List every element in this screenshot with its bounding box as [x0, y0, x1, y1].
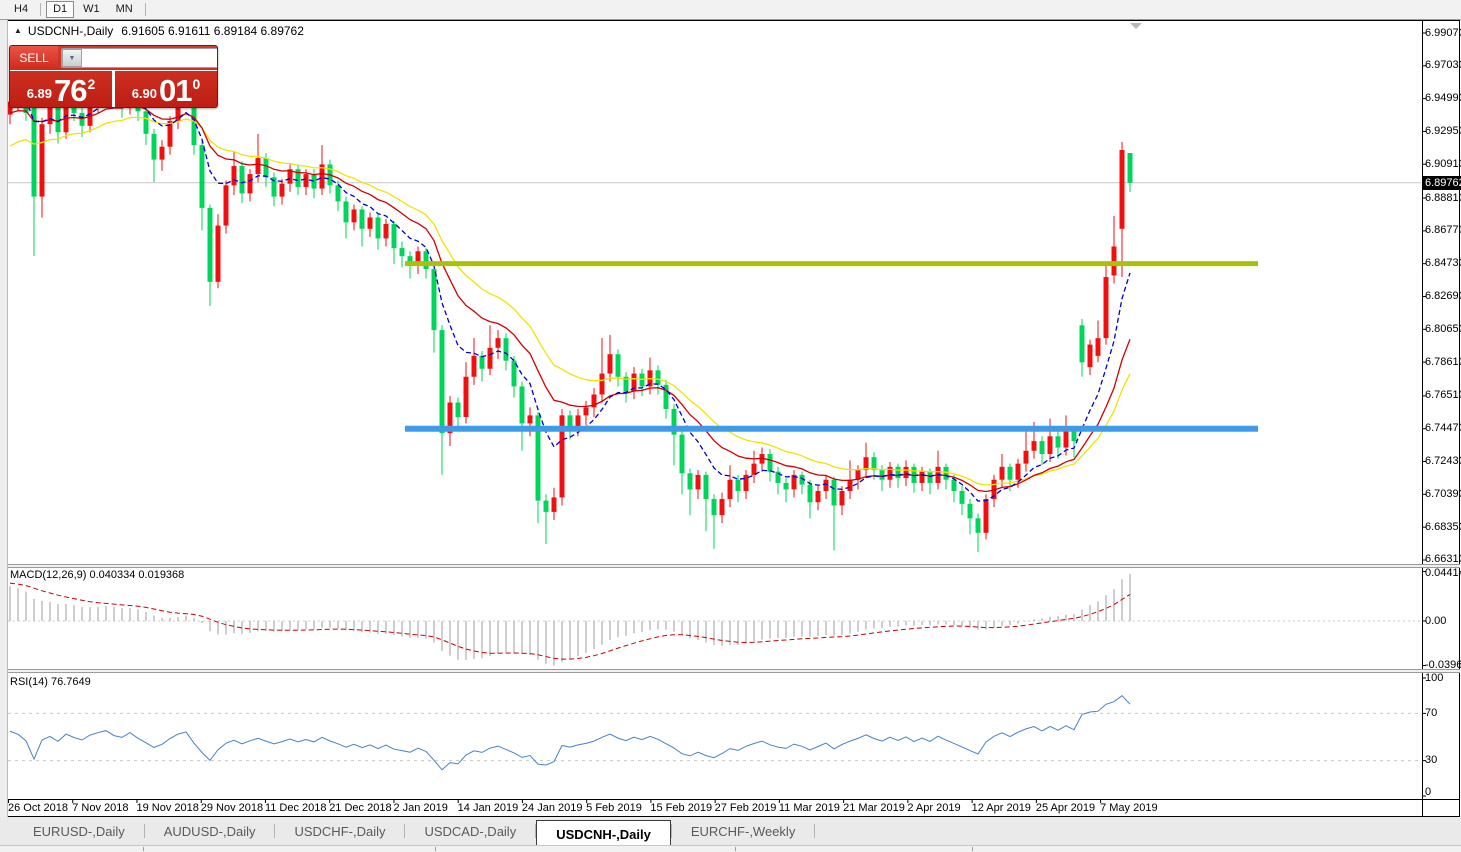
volume-stepper: ▼ ▲ — [61, 48, 218, 68]
chart-shift-marker-icon[interactable] — [1130, 23, 1142, 29]
macd-panel-splitter[interactable] — [8, 564, 1460, 568]
chart-tab-eurchf[interactable]: EURCHF-,Weekly — [672, 817, 815, 845]
rsi-panel-splitter[interactable] — [8, 669, 1460, 673]
sell-price-big: 76 — [54, 76, 86, 105]
date-axis-label: 19 Nov 2018 — [136, 802, 198, 814]
main-price-chart — [8, 23, 1422, 552]
chart-title: ▲ USDCNH-,Daily 6.91605 6.91611 6.89184 6.… — [14, 24, 304, 38]
timeframe-button-h4[interactable]: H4 — [7, 1, 35, 18]
mt4-terminal: { "toolbar": { "timeframes": [ {"label":… — [0, 0, 1461, 851]
chart-tab-usdcnh[interactable]: USDCNH-,Daily — [536, 820, 671, 845]
price-axis-label: 6.92950 — [1425, 126, 1461, 137]
sell-price[interactable]: 6.89 76 2 — [10, 71, 112, 107]
date-axis-label: 2 Jan 2019 — [393, 802, 447, 814]
rsi-line — [10, 696, 1130, 770]
date-axis-label: 29 Nov 2018 — [201, 802, 263, 814]
date-axis-label: 21 Dec 2018 — [329, 802, 391, 814]
chart-tab-usdchf[interactable]: USDCHF-,Daily — [275, 817, 404, 845]
price-axis-label: 6.74470 — [1425, 423, 1461, 434]
trade-panel-top-row: SELL ▼ ▲ BUY — [10, 46, 217, 71]
chart-canvas[interactable] — [0, 0, 1461, 851]
price-axis-label: 6.86770 — [1425, 225, 1461, 236]
chart-symbol-label: USDCNH-,Daily — [28, 24, 113, 38]
price-axis-label: 6.94990 — [1425, 93, 1461, 104]
macd-axis-label: 0.044143 — [1425, 568, 1461, 579]
ma-fast-line — [10, 96, 1130, 501]
date-axis-label: 11 Dec 2018 — [265, 802, 327, 814]
timeframe-toolbar: H4 D1W1MN — [0, 0, 1461, 20]
volume-input[interactable] — [82, 49, 218, 67]
price-axis-label: 6.97030 — [1425, 60, 1461, 71]
date-axis-label: 27 Feb 2019 — [715, 802, 777, 814]
toolbar-separator — [40, 3, 41, 16]
macd-panel — [8, 574, 1421, 666]
price-axis-label: 6.82690 — [1425, 291, 1461, 302]
buy-price-small: 6.90 — [132, 86, 157, 101]
buy-price-big: 01 — [159, 76, 191, 105]
price-axis-label: 6.72430 — [1425, 456, 1461, 467]
spin-down-icon: ▼ — [69, 55, 76, 62]
sell-price-sup: 2 — [88, 76, 96, 92]
date-axis-label: 12 Apr 2019 — [972, 802, 1031, 814]
date-axis-label: 5 Feb 2019 — [586, 802, 642, 814]
rsi-axis-label: 0 — [1425, 787, 1431, 798]
rsi-axis-label: 70 — [1425, 708, 1437, 719]
date-axis-label: 21 Mar 2019 — [843, 802, 905, 814]
candlestick-series — [8, 65, 1133, 552]
macd-axis-label: -0.03964 — [1425, 660, 1461, 671]
price-axis-label: 6.78610 — [1425, 357, 1461, 368]
timeframe-button-mn[interactable]: MN — [109, 1, 140, 18]
macd-histogram — [10, 574, 1130, 666]
collapse-trade-panel-icon[interactable]: ▲ — [14, 26, 22, 35]
timeframe-button-d1[interactable]: D1 — [46, 1, 74, 18]
chart-ohlc-values: 6.91605 6.91611 6.89184 6.89762 — [121, 24, 304, 38]
rsi-panel — [8, 696, 1421, 770]
timeframe-button-w1[interactable]: W1 — [76, 1, 107, 18]
current-price-badge: 6.89762 — [1422, 176, 1461, 190]
chart-tab-bar: EURUSD-,DailyAUDUSD-,DailyUSDCHF-,DailyU… — [0, 817, 1461, 845]
rsi-axis-label: 30 — [1425, 755, 1437, 766]
toolbar-separator — [145, 3, 146, 16]
macd-indicator-label: MACD(12,26,9) 0.040334 0.019368 — [10, 569, 184, 581]
date-axis-separator — [8, 799, 1460, 800]
date-axis-label: 14 Jan 2019 — [458, 802, 519, 814]
buy-price[interactable]: 6.90 01 0 — [115, 71, 217, 107]
price-axis-label: 6.70390 — [1425, 489, 1461, 500]
date-axis-label: 25 Apr 2019 — [1036, 802, 1095, 814]
price-axis-label: 6.90910 — [1425, 159, 1461, 170]
trade-panel-prices: 6.89 76 2 6.90 01 0 — [10, 71, 217, 107]
date-axis-label: 2 Apr 2019 — [907, 802, 960, 814]
rsi-indicator-label: RSI(14) 76.7649 — [10, 676, 91, 688]
one-click-trading-panel: SELL ▼ ▲ BUY 6.89 76 2 6.90 01 0 — [9, 45, 218, 108]
date-axis-label: 7 May 2019 — [1100, 802, 1157, 814]
date-axis-label: 24 Jan 2019 — [522, 802, 583, 814]
date-axis-label: 15 Feb 2019 — [650, 802, 712, 814]
chart-tab-eurusd[interactable]: EURUSD-,Daily — [14, 817, 144, 845]
price-axis-label: 6.66310 — [1425, 554, 1461, 565]
volume-decrease-button[interactable]: ▼ — [62, 49, 82, 67]
date-axis-label: 7 Nov 2018 — [72, 802, 128, 814]
price-axis-label: 6.76510 — [1425, 390, 1461, 401]
chart-tab-audusd[interactable]: AUDUSD-,Daily — [145, 817, 275, 845]
date-axis-label: 11 Mar 2019 — [779, 802, 840, 814]
price-axis-label: 6.80650 — [1425, 324, 1461, 335]
sell-price-small: 6.89 — [27, 86, 52, 101]
price-axis-line — [1422, 21, 1423, 816]
price-axis-label: 6.88810 — [1425, 193, 1461, 204]
sell-button[interactable]: SELL — [10, 46, 58, 70]
tab-separator — [814, 824, 815, 838]
price-axis-label: 6.84730 — [1425, 258, 1461, 269]
price-axis-label: 6.99070 — [1425, 28, 1461, 39]
date-axis-label: 26 Oct 2018 — [8, 802, 68, 814]
price-axis-label: 6.68350 — [1425, 522, 1461, 533]
rsi-axis-label: 100 — [1425, 673, 1443, 684]
chart-tab-usdcad[interactable]: USDCAD-,Daily — [405, 817, 535, 845]
macd-axis-label: 0.00 — [1425, 616, 1446, 627]
buy-price-sup: 0 — [193, 76, 201, 92]
window-left-edge — [0, 19, 8, 851]
